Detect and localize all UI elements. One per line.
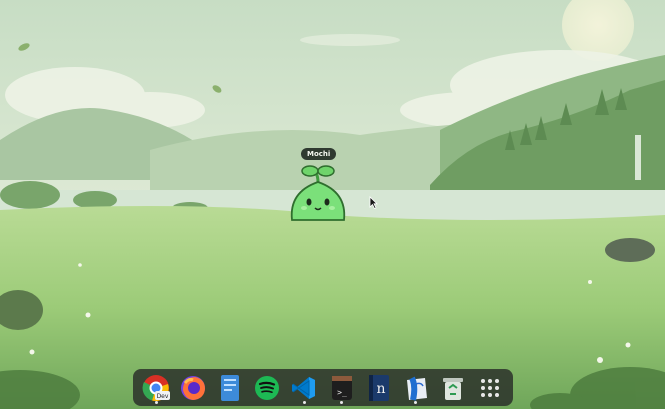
running-indicator <box>154 400 158 404</box>
vscode-icon <box>292 376 316 399</box>
spotify-icon <box>255 375 280 400</box>
notion-icon: n <box>368 374 389 401</box>
terminal-prompt: >_ <box>337 388 347 397</box>
dock-item-finder[interactable] <box>399 371 433 405</box>
running-indicator <box>414 400 418 404</box>
notion-letter: n <box>376 381 385 397</box>
dock-item-spotify[interactable] <box>250 371 284 405</box>
dock-item-firefox[interactable] <box>176 371 210 405</box>
mouse-cursor-icon <box>369 196 378 209</box>
dock-item-files[interactable] <box>213 371 247 405</box>
chrome-dev-icon: Dev <box>142 374 170 401</box>
desktop-pet[interactable] <box>287 162 349 226</box>
dock-item-app-grid[interactable] <box>473 371 507 405</box>
dock-item-vscode[interactable] <box>287 371 321 405</box>
app-grid-icon <box>480 378 499 397</box>
dock-item-terminal[interactable]: >_ <box>325 371 359 405</box>
running-indicator <box>302 400 306 404</box>
pet-name-label: Mochi <box>301 148 337 160</box>
running-indicator <box>340 400 344 404</box>
firefox-icon <box>181 375 206 400</box>
files-icon <box>221 374 240 401</box>
trash-icon <box>442 377 463 400</box>
finder-icon <box>406 376 427 401</box>
dock-item-chrome-dev[interactable]: Dev <box>139 371 173 405</box>
chrome-dev-badge: Dev <box>157 393 169 400</box>
dock: Dev >_ n <box>133 369 513 406</box>
terminal-icon: >_ <box>331 375 352 400</box>
dock-item-trash[interactable] <box>436 371 470 405</box>
dock-item-notion[interactable]: n <box>362 371 396 405</box>
